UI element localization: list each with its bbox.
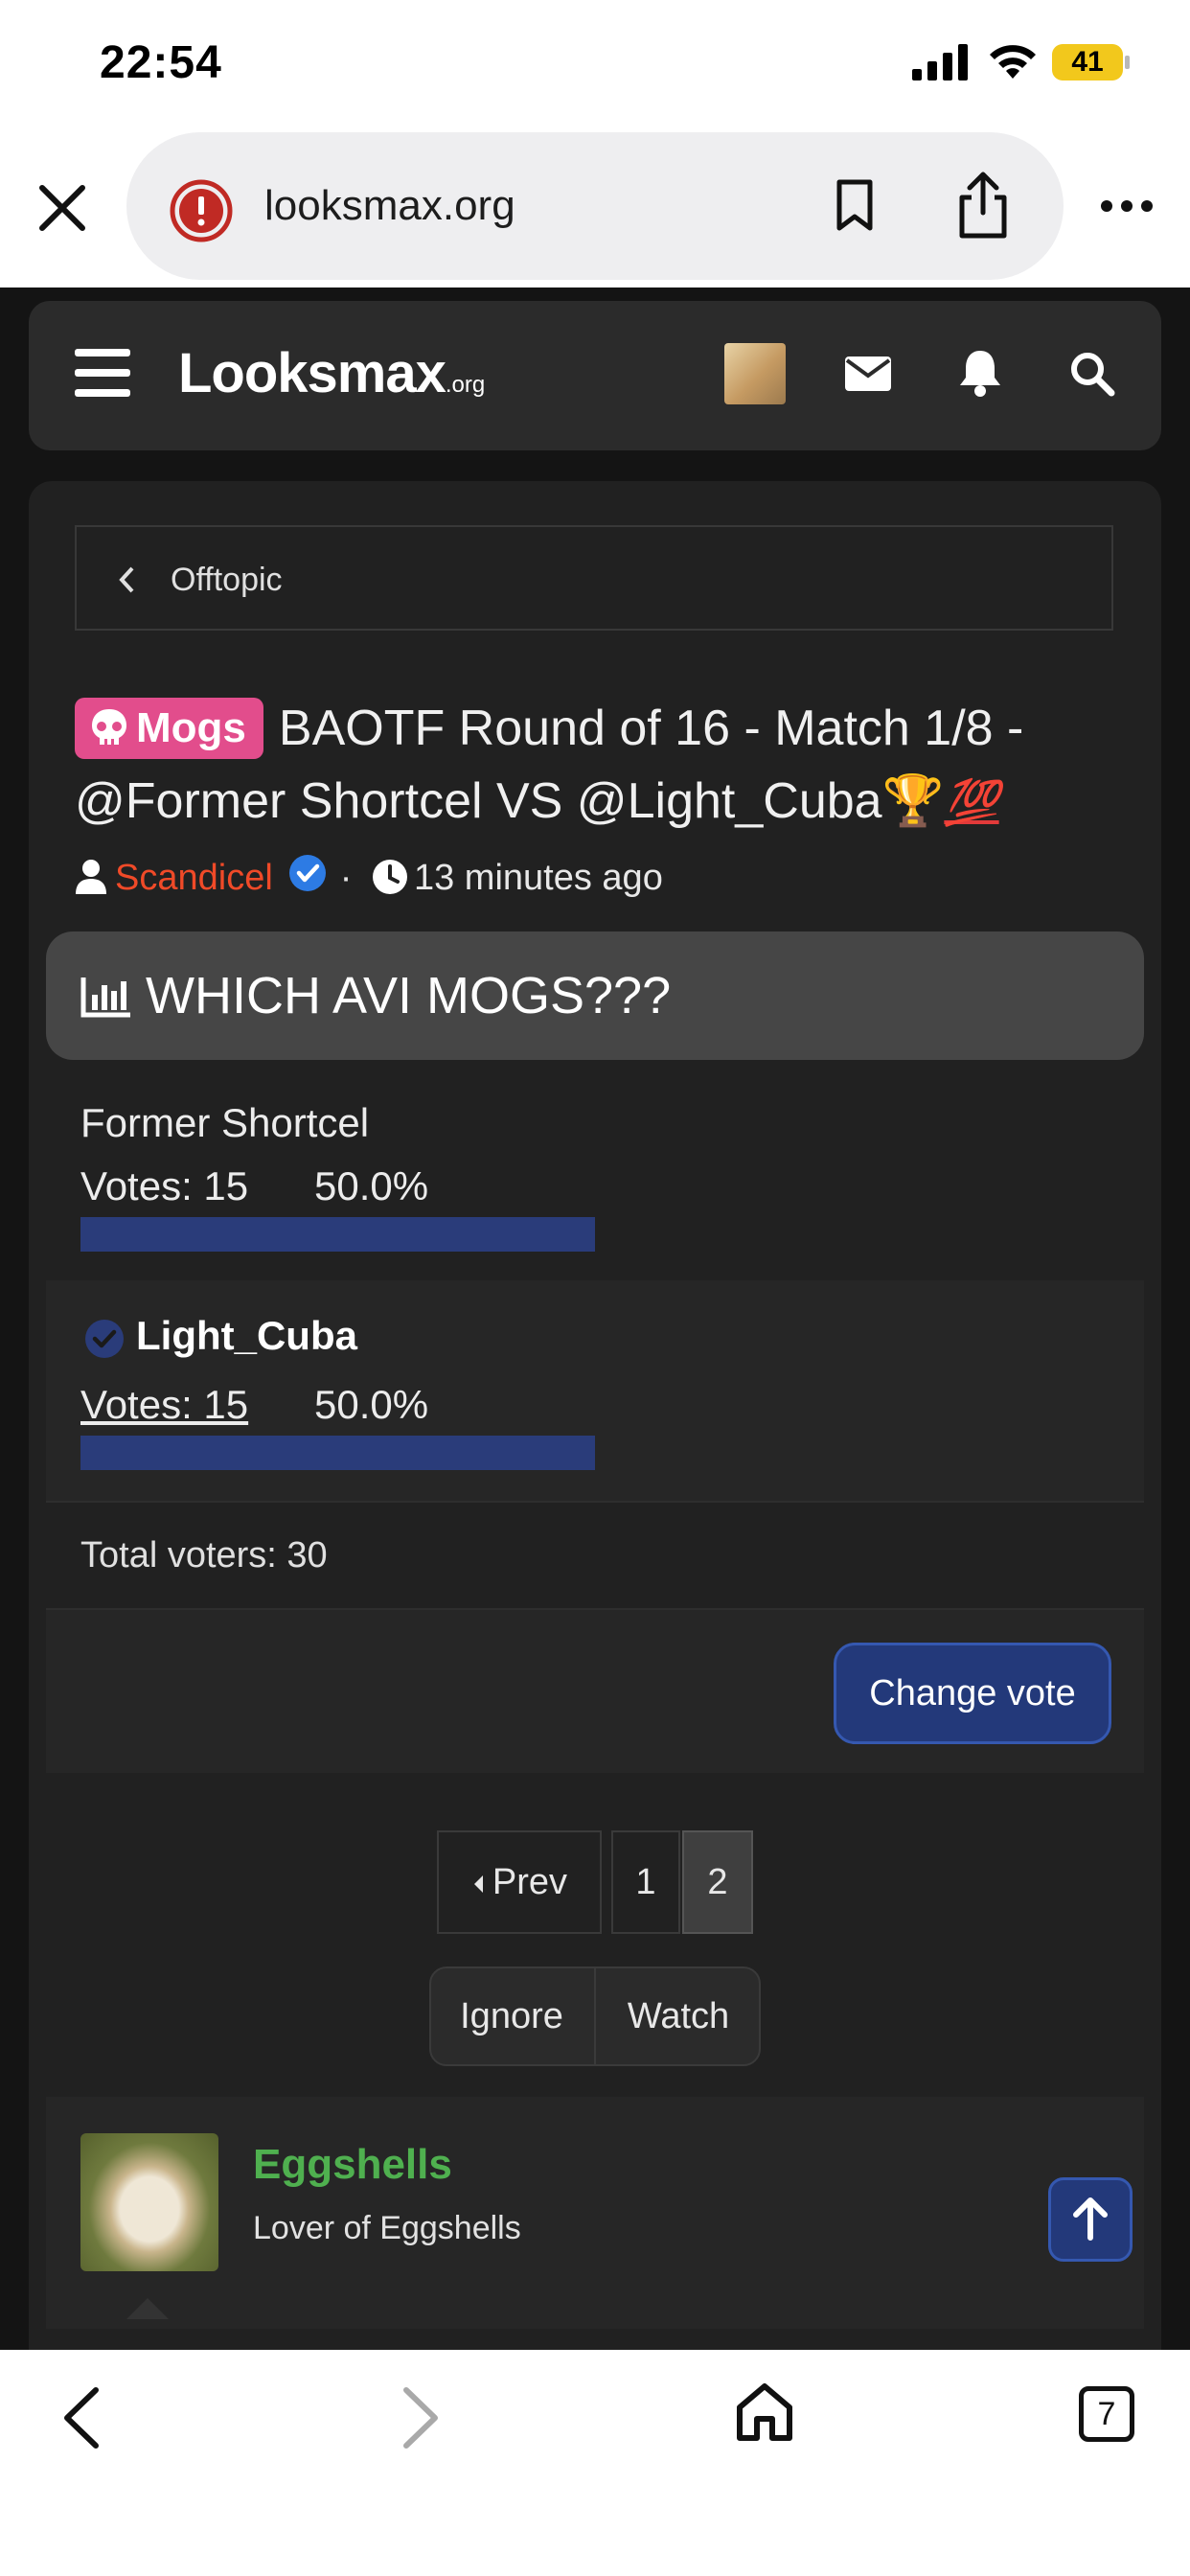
poll-total-voters: Total voters: 30 [80, 1535, 328, 1576]
battery-indicator: 41 [1052, 44, 1123, 80]
user-avatar[interactable] [724, 343, 786, 404]
post-username[interactable]: Eggshells [253, 2141, 452, 2189]
search-icon[interactable] [1069, 351, 1115, 397]
notifications-bell-icon[interactable] [958, 347, 1002, 397]
ignore-button[interactable]: Ignore [431, 1968, 592, 2064]
mail-icon[interactable] [845, 356, 891, 391]
site-logo[interactable]: Looksmax.org [178, 341, 485, 405]
divider [46, 1501, 1144, 1503]
menu-icon[interactable] [75, 349, 130, 397]
thread-author[interactable]: Scandicel [115, 858, 273, 898]
security-warning-icon[interactable] [169, 178, 234, 243]
prev-page-button[interactable]: Prev [437, 1830, 602, 1934]
chevron-left-icon [119, 566, 134, 593]
clock-icon [372, 860, 407, 894]
trophy-emoji: 🏆 [881, 773, 945, 829]
scroll-to-top-button[interactable] [1048, 2177, 1133, 2262]
post-user-title: Lover of Eggshells [253, 2210, 521, 2246]
poll-question: WHICH AVI MOGS??? [146, 967, 672, 1024]
thread-prefix-badge[interactable]: Mogs [75, 698, 263, 759]
poll-option-votes[interactable]: Votes: 15 [80, 1382, 248, 1428]
bar-chart-icon [80, 978, 130, 1018]
thread-title: Mogs BAOTF Round of 16 - Match 1/8 - [75, 698, 1148, 759]
breadcrumb-label[interactable]: Offtopic [171, 562, 283, 599]
prev-label: Prev [492, 1862, 568, 1902]
close-icon[interactable] [36, 182, 88, 234]
caret-left-icon [473, 1875, 483, 1893]
post-avatar[interactable] [80, 2133, 218, 2271]
post-pointer [126, 2298, 169, 2319]
arrow-up-icon [1073, 2197, 1108, 2241]
logo-sub: .org [445, 372, 486, 398]
title-text-line1: BAOTF Round of 16 - Match 1/8 - [278, 701, 1024, 756]
skull-icon [92, 709, 126, 745]
poll-option-percent: 50.0% [314, 1163, 429, 1208]
bookmark-icon[interactable] [834, 178, 876, 232]
poll-option-percent: 50.0% [314, 1382, 429, 1427]
poll-option-bar [80, 1217, 595, 1252]
back-arrow-icon[interactable] [57, 2384, 105, 2451]
page-link-2-current[interactable]: 2 [682, 1830, 753, 1934]
hundred-emoji: 💯 [944, 777, 999, 827]
title-text-line2: @Former Shortcel VS @Light_Cuba [75, 773, 882, 829]
poll-option-votes[interactable]: Votes: 15 [80, 1163, 248, 1209]
browser-toolbar [0, 2350, 1190, 2576]
url-text[interactable]: looksmax.org [264, 182, 515, 230]
selected-check-icon [85, 1320, 124, 1358]
logo-main: Looksmax [178, 342, 446, 404]
thread-title-line2: @Former Shortcel VS @Light_Cuba🏆💯 [75, 770, 999, 833]
change-vote-button[interactable]: Change vote [834, 1643, 1111, 1744]
watch-button[interactable]: Watch [594, 1968, 761, 2064]
poll-option-bar [80, 1436, 595, 1470]
cellular-signal-icon [912, 44, 968, 80]
share-icon[interactable] [954, 171, 1012, 242]
user-icon [76, 860, 106, 894]
thread-time[interactable]: 13 minutes ago [414, 858, 663, 898]
battery-tip [1125, 56, 1130, 69]
prefix-label: Mogs [136, 704, 246, 751]
page-link-1[interactable]: 1 [611, 1830, 680, 1934]
tabs-icon[interactable]: 7 [1079, 2386, 1134, 2442]
thread-meta: Scandicel · 13 minutes ago [75, 853, 663, 903]
wifi-icon [990, 45, 1036, 79]
poll-option-name[interactable]: Light_Cuba [136, 1313, 357, 1359]
poll-option-name[interactable]: Former Shortcel [80, 1100, 369, 1146]
verified-badge-icon [288, 854, 327, 906]
forward-arrow-icon[interactable] [397, 2384, 445, 2451]
more-options-icon[interactable] [1100, 199, 1154, 213]
home-icon[interactable] [734, 2380, 795, 2444]
meta-separator: · [339, 858, 353, 898]
status-time: 22:54 [100, 37, 222, 88]
